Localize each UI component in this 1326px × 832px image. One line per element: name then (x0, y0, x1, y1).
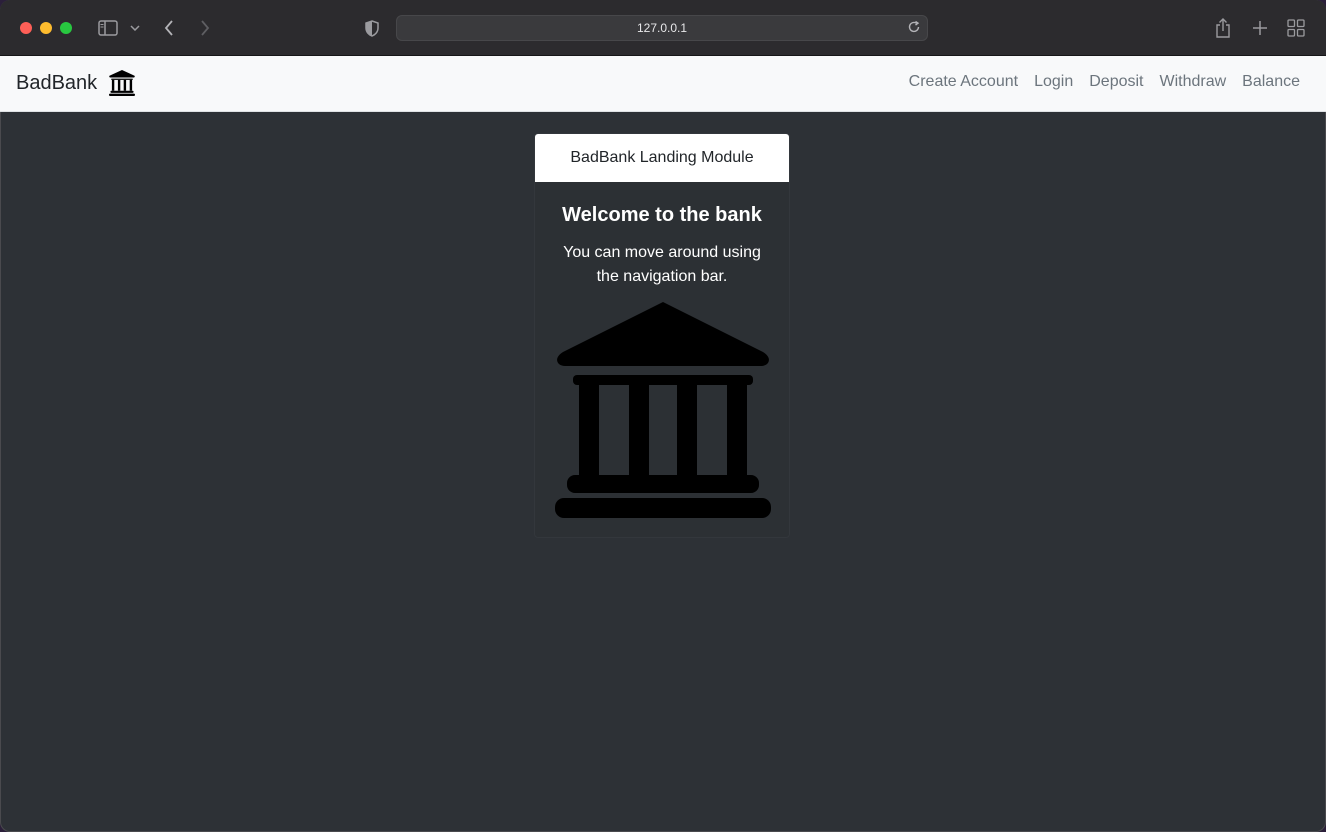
minimize-window-button[interactable] (40, 22, 52, 34)
brand-link[interactable]: BadBank (16, 72, 97, 95)
reload-icon[interactable] (907, 20, 921, 39)
browser-window: 127.0.0.1 BadBank Create Account Login D… (0, 0, 1326, 832)
nav-withdraw[interactable]: Withdraw (1159, 73, 1226, 91)
bank-icon[interactable] (109, 69, 135, 102)
landing-card: BadBank Landing Module Welcome to the ba… (534, 133, 790, 538)
card-text: You can move around using the navigation… (563, 244, 761, 285)
url-text: 127.0.0.1 (636, 21, 688, 35)
bank-icon (555, 302, 771, 523)
forward-icon[interactable] (196, 16, 214, 40)
card-title: Welcome to the bank (562, 204, 762, 226)
nav-balance[interactable]: Balance (1242, 73, 1300, 91)
navbar: BadBank Create Account Login Deposit Wit… (0, 56, 1326, 112)
tab-overview-icon[interactable] (1285, 16, 1307, 40)
browser-toolbar: 127.0.0.1 (0, 0, 1326, 56)
zoom-window-button[interactable] (60, 22, 72, 34)
nav-links: Create Account Login Deposit Withdraw Ba… (909, 73, 1300, 91)
sidebar-toggle-icon[interactable] (96, 16, 120, 40)
nav-login[interactable]: Login (1034, 73, 1073, 91)
nav-create-account[interactable]: Create Account (909, 73, 1018, 91)
nav-deposit[interactable]: Deposit (1089, 73, 1143, 91)
card-header: BadBank Landing Module (535, 134, 789, 182)
close-window-button[interactable] (20, 22, 32, 34)
share-icon[interactable] (1212, 16, 1234, 40)
new-tab-icon[interactable] (1249, 16, 1271, 40)
privacy-shield-icon[interactable] (362, 16, 382, 40)
chevron-down-icon[interactable] (128, 16, 142, 40)
address-bar[interactable]: 127.0.0.1 (396, 15, 928, 41)
back-icon[interactable] (160, 16, 178, 40)
